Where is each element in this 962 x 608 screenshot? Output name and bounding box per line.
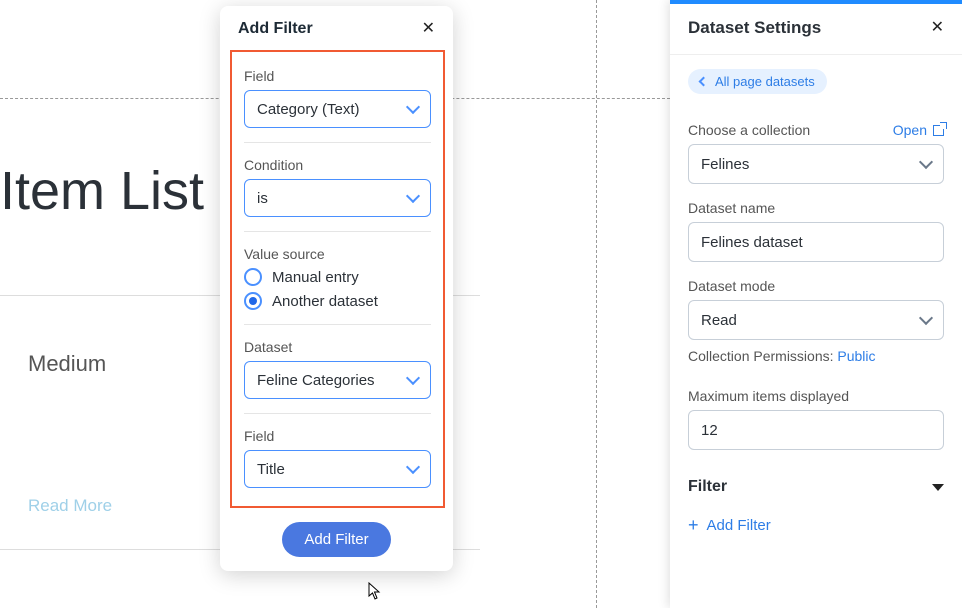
- chevron-left-icon: [699, 77, 709, 87]
- plus-icon: +: [688, 516, 699, 534]
- item-card-text: Medium: [28, 351, 106, 377]
- field-select-value: Category (Text): [257, 101, 360, 118]
- open-collection-link[interactable]: Open: [893, 122, 944, 138]
- chevron-down-icon: [406, 100, 420, 114]
- back-to-datasets-pill[interactable]: All page datasets: [688, 69, 827, 94]
- condition-label: Condition: [244, 157, 431, 173]
- panel-title: Dataset Settings: [688, 18, 821, 38]
- field2-select[interactable]: Title: [244, 450, 431, 488]
- triangle-down-icon: [932, 484, 944, 491]
- radio-label: Manual entry: [272, 269, 359, 286]
- dataset-name-label: Dataset name: [688, 200, 775, 216]
- chevron-down-icon: [919, 155, 933, 169]
- add-filter-link[interactable]: + Add Filter: [688, 516, 944, 534]
- condition-select-value: is: [257, 190, 268, 207]
- chevron-down-icon: [919, 311, 933, 325]
- value-source-label: Value source: [244, 246, 431, 262]
- page-heading: Item List: [0, 160, 204, 222]
- panel-header: Dataset Settings ✕: [670, 4, 962, 55]
- dataset-mode-row: Dataset mode: [688, 278, 944, 294]
- add-filter-modal: Add Filter ✕ Field Category (Text) Condi…: [220, 6, 453, 571]
- max-items-label: Maximum items displayed: [688, 388, 849, 404]
- field-select[interactable]: Category (Text): [244, 90, 431, 128]
- dataset-name-input[interactable]: [688, 222, 944, 262]
- dataset-mode-select[interactable]: Read: [688, 300, 944, 340]
- permissions-link[interactable]: Public: [837, 348, 875, 364]
- add-filter-link-label: Add Filter: [707, 517, 771, 534]
- chevron-down-icon: [406, 189, 420, 203]
- add-filter-button[interactable]: Add Filter: [282, 522, 390, 557]
- field-label: Field: [244, 68, 431, 84]
- choose-collection-label: Choose a collection: [688, 122, 810, 138]
- value-source-group: Value source Manual entry Another datase…: [244, 231, 431, 310]
- field-group: Field Category (Text): [244, 68, 431, 128]
- field2-select-value: Title: [257, 461, 285, 478]
- filter-header-label: Filter: [688, 478, 727, 496]
- open-link-text: Open: [893, 122, 927, 138]
- dataset-name-row: Dataset name: [688, 200, 944, 216]
- modal-title: Add Filter: [238, 20, 313, 38]
- chevron-down-icon: [406, 460, 420, 474]
- dataset-mode-value: Read: [701, 312, 737, 329]
- cursor-icon: [368, 582, 384, 604]
- permissions-label: Collection Permissions:: [688, 348, 834, 364]
- radio-manual-entry[interactable]: Manual entry: [244, 268, 431, 286]
- read-more-link[interactable]: Read More: [28, 496, 112, 516]
- panel-body: Choose a collection Open Felines Dataset…: [670, 102, 962, 534]
- filter-accordion-header[interactable]: Filter: [688, 478, 944, 496]
- close-icon[interactable]: ✕: [422, 21, 435, 37]
- permissions-text: Collection Permissions: Public: [688, 348, 944, 364]
- field2-label: Field: [244, 428, 431, 444]
- radio-icon: [244, 292, 262, 310]
- external-link-icon: [933, 125, 944, 136]
- max-items-input[interactable]: [688, 410, 944, 450]
- filter-form-highlight: Field Category (Text) Condition is Value…: [230, 50, 445, 508]
- field2-group: Field Title: [244, 413, 431, 488]
- radio-label: Another dataset: [272, 293, 378, 310]
- condition-select[interactable]: is: [244, 179, 431, 217]
- modal-header: Add Filter ✕: [220, 6, 453, 50]
- radio-icon: [244, 268, 262, 286]
- dataset-settings-panel: Dataset Settings ✕ All page datasets Cho…: [670, 0, 962, 608]
- dataset-select[interactable]: Feline Categories: [244, 361, 431, 399]
- collection-select-value: Felines: [701, 156, 749, 173]
- dataset-group: Dataset Feline Categories: [244, 324, 431, 399]
- chevron-down-icon: [406, 371, 420, 385]
- max-items-row: Maximum items displayed: [688, 388, 944, 404]
- close-icon[interactable]: ✕: [931, 20, 944, 36]
- collection-select[interactable]: Felines: [688, 144, 944, 184]
- condition-group: Condition is: [244, 142, 431, 217]
- radio-another-dataset[interactable]: Another dataset: [244, 292, 431, 310]
- dataset-label: Dataset: [244, 339, 431, 355]
- dataset-select-value: Feline Categories: [257, 372, 375, 389]
- guide-line-v: [596, 0, 597, 608]
- dataset-mode-label: Dataset mode: [688, 278, 775, 294]
- pill-label: All page datasets: [715, 74, 815, 89]
- choose-collection-row: Choose a collection Open: [688, 122, 944, 138]
